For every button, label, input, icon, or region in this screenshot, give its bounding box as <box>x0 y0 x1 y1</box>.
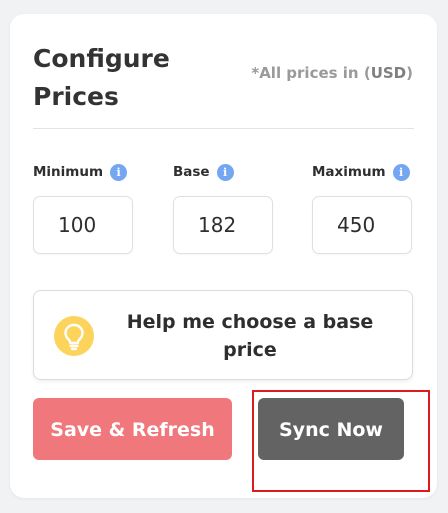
maximum-price-label: Maximum <box>312 164 386 180</box>
base-price-label-row: Base i <box>173 162 275 182</box>
header-divider <box>33 128 414 129</box>
info-icon[interactable]: i <box>110 163 128 181</box>
maximum-price-input[interactable]: 450 <box>312 196 412 254</box>
base-price-input[interactable]: 182 <box>173 196 273 254</box>
currency-note: *All prices in (USD) <box>251 64 413 82</box>
maximum-price-label-row: Maximum i <box>312 162 414 182</box>
info-icon[interactable]: i <box>216 163 234 181</box>
minimum-price-field: Minimum i 100 <box>33 162 135 254</box>
base-price-label: Base <box>173 164 210 180</box>
currency-note-suffix: ) <box>406 64 413 82</box>
maximum-price-field: Maximum i 450 <box>312 162 414 254</box>
base-price-field: Base i 182 <box>173 162 275 254</box>
minimum-price-label: Minimum <box>33 164 104 180</box>
info-icon[interactable]: i <box>392 163 410 181</box>
help-text: Help me choose a base price <box>126 311 374 361</box>
help-choose-base-price-button[interactable]: Help me choose a base price <box>33 290 413 380</box>
currency-code: USD <box>370 64 407 82</box>
page-title: Configure Prices <box>33 44 170 111</box>
currency-note-prefix: *All prices in ( <box>251 64 371 82</box>
minimum-price-label-row: Minimum i <box>33 162 135 182</box>
save-refresh-button[interactable]: Save & Refresh <box>33 398 232 460</box>
highlight-box <box>252 390 430 492</box>
minimum-price-input[interactable]: 100 <box>33 196 133 254</box>
lightbulb-icon <box>54 316 94 356</box>
